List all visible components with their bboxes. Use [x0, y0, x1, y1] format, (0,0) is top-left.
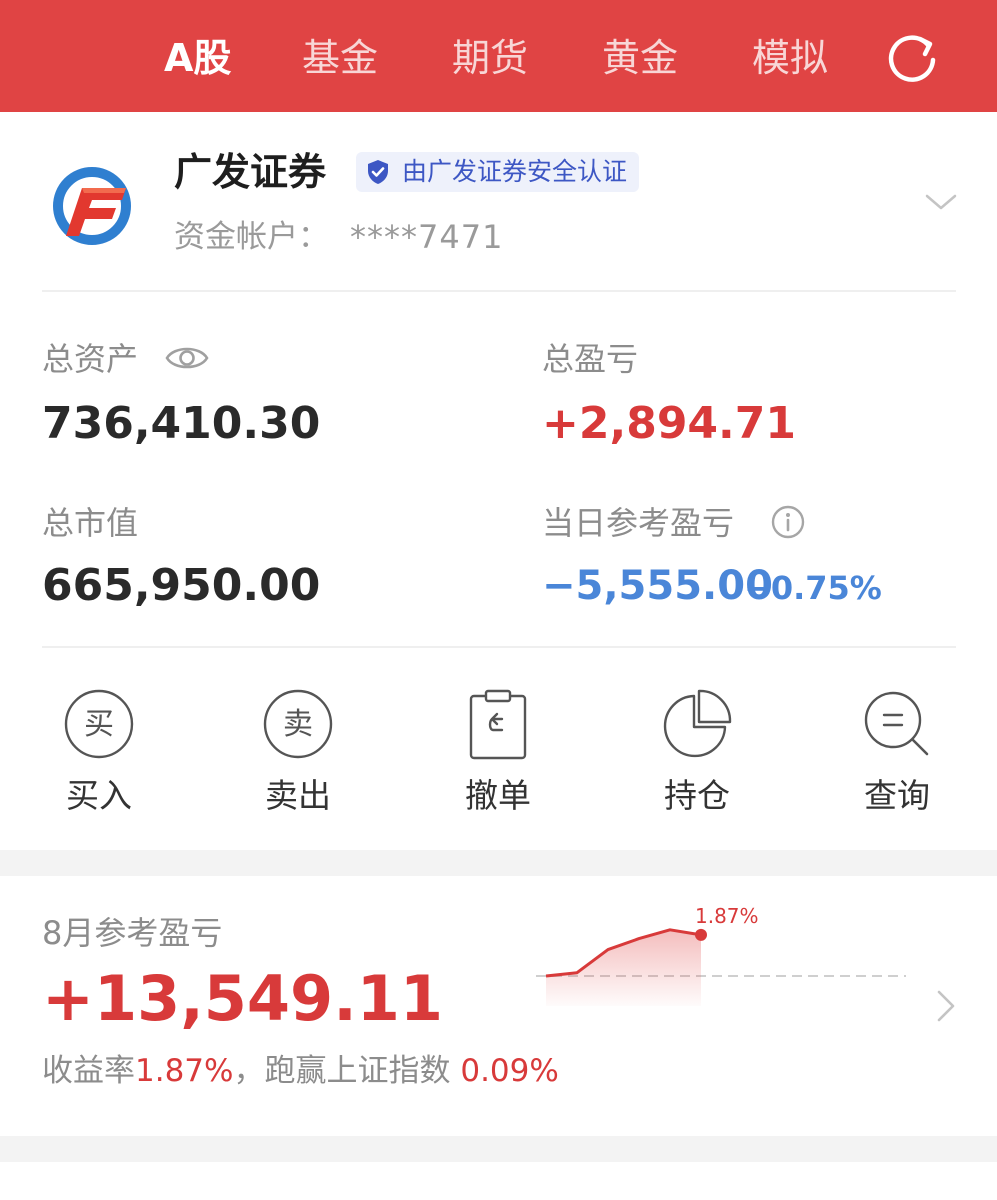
certification-badge[interactable]: 由广发证券安全认证	[356, 152, 640, 192]
cancel-order-icon	[469, 689, 527, 760]
cancel-order-label: 撤单	[465, 776, 531, 815]
return-value: 1.87%	[135, 1053, 234, 1089]
chevron-right-icon[interactable]	[934, 988, 958, 1024]
daily-pnl-label: 当日参考盈亏	[542, 504, 735, 542]
certification-text: 由广发证券安全认证	[402, 157, 628, 186]
total-pnl-label: 总盈亏	[542, 340, 639, 378]
return-label: 收益率	[42, 1053, 135, 1089]
buy-icon: 买	[64, 689, 134, 759]
cancel-order-button[interactable]: 撤单	[443, 684, 553, 824]
query-label: 查询	[864, 776, 930, 815]
daily-pnl-percent: −0.75%	[744, 569, 882, 607]
top-tab-bar: A股 基金 期货 黄金 模拟	[0, 0, 997, 112]
svg-text:卖: 卖	[283, 707, 313, 742]
holdings-button[interactable]: 持仓	[642, 684, 752, 824]
tab-a-shares[interactable]: A股	[164, 30, 231, 86]
sell-icon: 卖	[263, 689, 333, 759]
monthly-pnl-value: +13,549.11	[42, 962, 444, 1035]
account-number: ****7471	[350, 218, 504, 256]
section-separator	[0, 1136, 997, 1162]
chart-last-label: 1.87%	[695, 904, 759, 928]
market-value-value: 665,950.00	[42, 560, 321, 611]
total-assets-value: 736,410.30	[42, 398, 321, 449]
account-label: 资金帐户：	[174, 219, 329, 255]
tab-futures[interactable]: 期货	[452, 30, 528, 86]
search-icon	[864, 691, 929, 756]
daily-pnl-value: −5,555.00	[542, 563, 773, 609]
beat-index-label: 跑赢上证指数	[264, 1053, 451, 1089]
sell-button[interactable]: 卖 卖出	[243, 684, 353, 824]
beat-index-value: 0.09%	[460, 1053, 559, 1089]
chevron-down-icon[interactable]	[924, 188, 958, 216]
monthly-return-line: 收益率1.87%，跑赢上证指数 0.09%	[42, 1048, 559, 1094]
tab-funds[interactable]: 基金	[302, 30, 378, 86]
tab-gold[interactable]: 黄金	[602, 30, 678, 86]
buy-label: 买入	[66, 776, 132, 815]
monthly-return-chart[interactable]: 1.87%	[536, 900, 906, 1010]
holdings-label: 持仓	[664, 776, 730, 815]
chart-last-point	[695, 928, 707, 941]
market-value-label: 总市值	[42, 504, 139, 542]
monthly-pnl-label: 8月参考盈亏	[42, 914, 223, 952]
refresh-icon[interactable]	[884, 30, 940, 86]
total-pnl-value: +2,894.71	[542, 398, 796, 449]
total-assets-label: 总资产	[42, 340, 139, 378]
shield-check-icon	[368, 160, 388, 184]
separator: ，	[233, 1053, 265, 1089]
divider	[42, 290, 956, 292]
sell-label: 卖出	[265, 776, 331, 815]
query-button[interactable]: 查询	[842, 684, 952, 824]
eye-icon[interactable]	[164, 340, 210, 376]
svg-text:买: 买	[84, 707, 114, 742]
divider	[42, 646, 956, 648]
broker-logo	[53, 167, 131, 245]
chart-area	[546, 929, 701, 1006]
buy-button[interactable]: 买 买入	[44, 684, 154, 824]
broker-name: 广发证券	[174, 150, 327, 194]
pie-chart-icon	[663, 689, 732, 758]
section-separator	[0, 850, 997, 876]
tab-simulation[interactable]: 模拟	[752, 30, 828, 86]
info-icon[interactable]	[770, 504, 806, 540]
